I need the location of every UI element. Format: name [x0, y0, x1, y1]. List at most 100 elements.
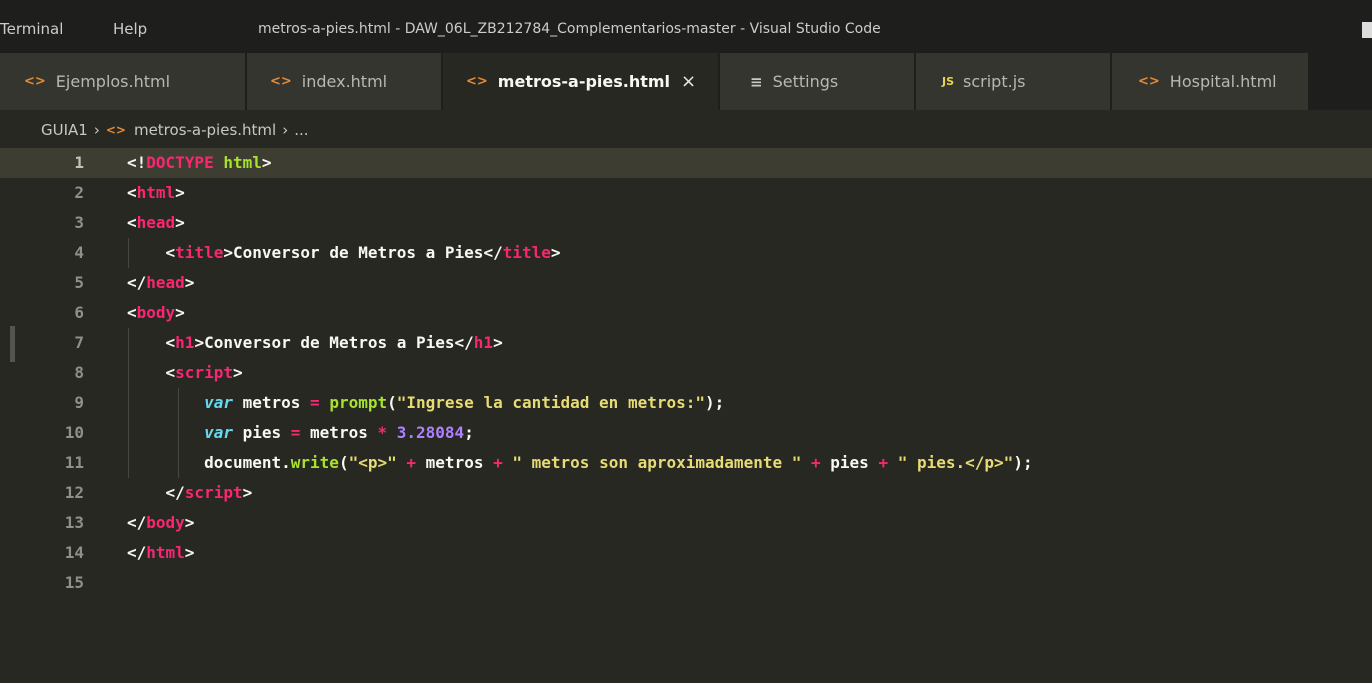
code-token: write	[290, 453, 339, 472]
code-text: <body>	[127, 298, 185, 328]
code-line[interactable]: 11 document.write("<p>" + metros + " met…	[0, 448, 1372, 478]
code-text: <!DOCTYPE html>	[127, 148, 272, 178]
code-line[interactable]: 1 <!DOCTYPE html>	[0, 148, 1372, 178]
code-line[interactable]: 7 <h1>Conversor de Metros a Pies</h1>	[0, 328, 1372, 358]
code-token: " pies.</p>"	[897, 453, 1014, 472]
code-token: );	[705, 393, 725, 412]
code-text: var pies = metros * 3.28084;	[127, 418, 474, 448]
code-token: h1	[175, 333, 195, 352]
menu-terminal[interactable]: Terminal	[0, 20, 63, 38]
code-text: document.write("<p>" + metros + " metros…	[127, 448, 1033, 478]
code-text: var metros = prompt("Ingrese la cantidad…	[127, 388, 724, 418]
code-token: >	[184, 273, 195, 292]
code-line[interactable]: 3 <head>	[0, 208, 1372, 238]
code-token: html	[223, 153, 262, 172]
line-number: 11	[64, 453, 84, 472]
code-token: " metros son aproximadamente "	[512, 453, 802, 472]
window-corner-control[interactable]	[1362, 22, 1372, 38]
js-file-icon: JS	[942, 75, 955, 88]
code-text: <h1>Conversor de Metros a Pies</h1>	[127, 328, 503, 358]
code-token: prompt	[329, 393, 388, 412]
code-line[interactable]: 10 var pies = metros * 3.28084;	[0, 418, 1372, 448]
code-token: <	[127, 213, 137, 232]
code-token: >	[175, 213, 185, 232]
breadcrumb-folder[interactable]: GUIA1	[41, 121, 88, 139]
code-text: <title>Conversor de Metros a Pies</title…	[127, 238, 561, 268]
code-token: >	[261, 153, 272, 172]
code-line[interactable]: 8 <script>	[0, 358, 1372, 388]
code-token: Conversor de Metros a Pies	[204, 333, 455, 352]
code-text: </script>	[127, 478, 253, 508]
tab-hospital-html[interactable]: <> Hospital.html	[1112, 53, 1308, 110]
code-token: h1	[473, 333, 494, 352]
code-editor[interactable]: 15 14 </html> 13 </body> 12 </script> 11 docum…	[0, 148, 1372, 683]
code-token: <	[127, 183, 137, 202]
code-token: head	[146, 273, 185, 292]
html-file-icon: <>	[24, 74, 46, 89]
code-text: <head>	[127, 208, 185, 238]
code-token: <!	[127, 153, 147, 172]
code-line[interactable]: 15	[0, 568, 1372, 598]
code-token: var	[204, 393, 233, 412]
code-token: ;	[464, 423, 474, 442]
code-token: </	[483, 243, 503, 262]
indent-guide	[128, 328, 129, 478]
code-token: +	[811, 453, 821, 472]
code-token: >	[175, 303, 185, 322]
code-line[interactable]: 4 <title>Conversor de Metros a Pies</tit…	[0, 238, 1372, 268]
code-token: <	[165, 363, 176, 382]
line-number: 14	[64, 543, 84, 562]
code-token: title	[175, 243, 224, 262]
code-text: <script>	[127, 358, 243, 388]
tab-label: script.js	[963, 72, 1026, 91]
code-token: script	[175, 363, 233, 382]
tab-ejemplos-html[interactable]: <> Ejemplos.html	[0, 53, 245, 110]
code-token: (	[338, 453, 349, 472]
line-number: 10	[64, 423, 84, 442]
html-file-icon: <>	[1138, 74, 1160, 89]
code-line[interactable]: 9 var metros = prompt("Ingrese la cantid…	[0, 388, 1372, 418]
code-token: title	[502, 243, 551, 262]
indent-guide	[128, 238, 129, 268]
code-token: body	[136, 303, 176, 322]
tab-settings[interactable]: ≡ Settings	[720, 53, 914, 110]
breadcrumb-symbols[interactable]: ...	[294, 121, 308, 139]
chevron-right-icon: ›	[93, 121, 100, 139]
code-line[interactable]: 14 </html>	[0, 538, 1372, 568]
code-text: <html>	[127, 178, 185, 208]
breadcrumb-file[interactable]: metros-a-pies.html	[134, 121, 276, 139]
line-number: 7	[74, 333, 84, 352]
code-token: var	[204, 423, 233, 442]
indent-guide	[178, 388, 179, 478]
line-number: 1	[74, 153, 84, 172]
code-line[interactable]: 13 </body>	[0, 508, 1372, 538]
code-token: "<p>"	[348, 453, 397, 472]
menu-help[interactable]: Help	[113, 20, 147, 38]
code-token: </	[165, 483, 185, 502]
code-line[interactable]: 12 </script>	[0, 478, 1372, 508]
code-token: script	[184, 483, 243, 502]
html-file-icon: <>	[466, 74, 488, 89]
code-line[interactable]: 2 <html>	[0, 178, 1372, 208]
code-token: >	[175, 183, 185, 202]
code-line[interactable]: 6 <body>	[0, 298, 1372, 328]
tab-bar: <> Ejemplos.html <> index.html <> metros…	[0, 53, 1372, 110]
tab-label: Hospital.html	[1169, 72, 1277, 91]
code-token: +	[493, 453, 503, 472]
close-icon[interactable]: ×	[681, 71, 696, 92]
line-number: 6	[74, 303, 84, 322]
html-file-icon: <>	[270, 74, 292, 89]
tab-index-html[interactable]: <> index.html	[247, 53, 441, 110]
line-number: 4	[74, 243, 84, 262]
code-token: pies	[820, 453, 879, 472]
code-token: >	[232, 363, 243, 382]
tab-script-js[interactable]: JS script.js	[916, 53, 1110, 110]
code-token: );	[1013, 453, 1033, 472]
line-number: 3	[74, 213, 84, 232]
tab-metros-a-pies-html[interactable]: <> metros-a-pies.html ×	[443, 53, 718, 110]
code-line[interactable]: 5 </head>	[0, 268, 1372, 298]
code-token: </	[127, 513, 147, 532]
